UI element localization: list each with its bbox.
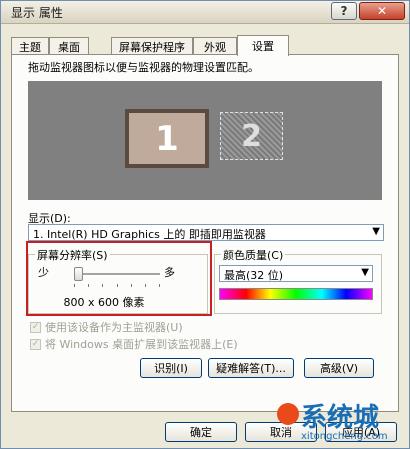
slider-tick (159, 284, 160, 287)
dropdown-arrow-icon: ▼ (372, 226, 380, 237)
monitor-1-number: 1 (155, 118, 179, 159)
slider-tick (116, 284, 118, 287)
watermark-site: xitongcheng.com (301, 431, 388, 442)
resolution-more-label: 多 (164, 266, 175, 279)
instruction-text: 拖动监视器图标以便与监视器的物理设置匹配。 (28, 61, 259, 74)
color-quality-label: 颜色质量(C) (221, 247, 286, 263)
settings-panel: 拖动监视器图标以便与监视器的物理设置匹配。 1 2 显示(D): 1. Inte… (11, 54, 399, 412)
tab-appearance[interactable]: 外观 (193, 37, 237, 55)
monitor-1-icon[interactable]: 1 (125, 109, 209, 168)
primary-monitor-checkbox[interactable]: ✓ (30, 321, 41, 333)
monitor-2-number: 2 (241, 118, 262, 154)
color-quality-dropdown[interactable]: 最高(32 位) ▼ (219, 265, 373, 282)
troubleshoot-button[interactable]: 疑难解答(T)... (208, 358, 294, 378)
watermark-badge-icon (277, 403, 299, 425)
extend-desktop-checkbox[interactable]: ✓ (30, 338, 41, 350)
dropdown-arrow-icon: ▼ (361, 267, 369, 278)
resolution-less-label: 少 (38, 266, 49, 279)
tab-desktop[interactable]: 桌面 (49, 37, 89, 55)
identify-button[interactable]: 识别(I) (140, 358, 202, 378)
tab-settings[interactable]: 设置 (237, 35, 289, 56)
display-dropdown-value: 1. Intel(R) HD Graphics 上的 即插即用监视器 (33, 228, 266, 241)
resolution-value: 800 x 600 像素 (63, 296, 145, 309)
color-quality-value: 最高(32 位) (224, 269, 284, 282)
advanced-button[interactable]: 高级(V) (304, 358, 374, 378)
help-button[interactable]: ? (331, 2, 357, 20)
slider-tick (74, 284, 75, 287)
title-bar[interactable]: 显示 属性 ? ✕ (1, 1, 409, 24)
monitor-2-icon[interactable]: 2 (220, 112, 283, 160)
resolution-slider-track[interactable] (74, 273, 160, 276)
display-properties-window: 显示 属性 ? ✕ 主题 桌面 屏幕保护程序 外观 设置 拖动监视器图标以便与监… (0, 0, 410, 449)
close-button[interactable]: ✕ (359, 2, 405, 20)
watermark-logo: 系统城 (301, 403, 380, 433)
slider-tick (130, 284, 132, 287)
slider-tick (102, 284, 104, 287)
primary-monitor-checkbox-row[interactable]: ✓ 使用该设备作为主监视器(U) (30, 319, 183, 335)
extend-desktop-label: 将 Windows 桌面扩展到该监视器上(E) (45, 338, 238, 351)
color-spectrum-bar (219, 288, 373, 300)
slider-tick (144, 284, 146, 287)
monitor-arrangement-area[interactable]: 1 2 (28, 81, 382, 200)
primary-monitor-label: 使用该设备作为主监视器(U) (45, 321, 183, 334)
display-dropdown[interactable]: 1. Intel(R) HD Graphics 上的 即插即用监视器 ▼ (28, 224, 384, 241)
resolution-slider-thumb[interactable] (74, 267, 83, 281)
tab-screensaver[interactable]: 屏幕保护程序 (111, 37, 193, 55)
extend-desktop-checkbox-row[interactable]: ✓ 将 Windows 桌面扩展到该监视器上(E) (30, 336, 238, 352)
color-quality-group: 颜色质量(C) (214, 247, 382, 314)
slider-tick (88, 284, 90, 287)
window-title: 显示 属性 (11, 6, 63, 20)
slider-ticks (74, 284, 160, 287)
ok-button[interactable]: 确定 (165, 422, 237, 442)
tab-themes[interactable]: 主题 (11, 37, 49, 55)
